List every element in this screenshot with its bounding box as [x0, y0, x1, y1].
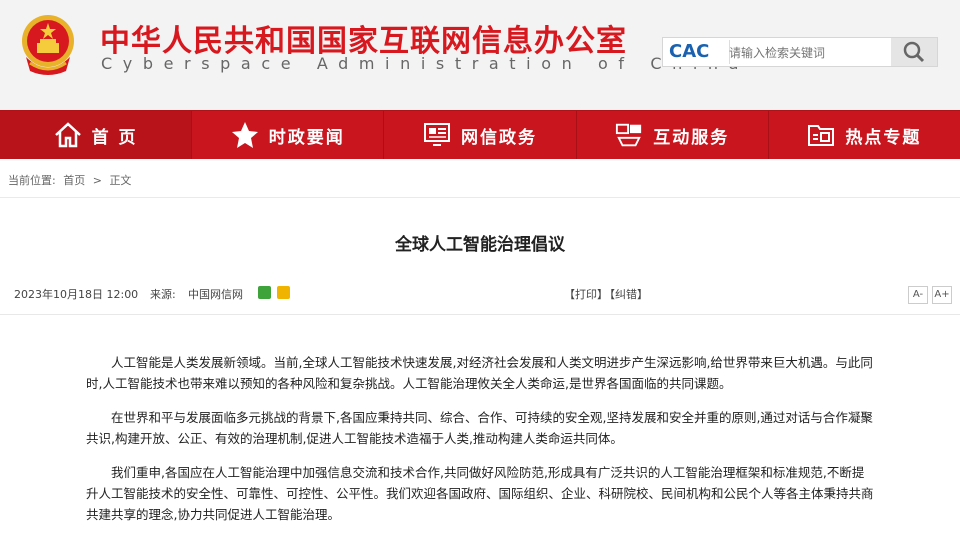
- star-icon: [231, 121, 259, 149]
- print-link[interactable]: 【打印】: [564, 286, 608, 302]
- nav-item-news[interactable]: 时政要闻: [192, 111, 385, 159]
- font-increase-button[interactable]: A+: [932, 286, 952, 304]
- cac-logo: CAC: [669, 40, 730, 64]
- site-header: 中华人民共和国国家互联网信息办公室 Cyberspace Administrat…: [0, 0, 960, 110]
- divider: [0, 197, 960, 198]
- search-button[interactable]: [891, 38, 937, 66]
- breadcrumb: 当前位置: 首页 > 正文: [8, 172, 135, 188]
- nav-label: 互动服务: [653, 127, 730, 148]
- cac-logo-text: CAC: [669, 41, 710, 62]
- nav-item-topics[interactable]: 热点专题: [769, 111, 960, 159]
- article-title: 全球人工智能治理倡议: [395, 235, 565, 255]
- wechat-share-icon[interactable]: [258, 286, 271, 299]
- divider: [0, 314, 960, 315]
- article-body: 人工智能是人类发展新领域。当前,全球人工智能技术快速发展,对经济社会发展和人类文…: [86, 352, 876, 538]
- search-input[interactable]: [727, 39, 891, 67]
- font-decrease-button[interactable]: A-: [908, 286, 928, 304]
- source-label: 来源:: [150, 288, 176, 301]
- breadcrumb-separator: >: [92, 174, 102, 187]
- nav-item-home[interactable]: 首 页: [0, 111, 193, 159]
- nav-label: 首 页: [91, 127, 138, 148]
- national-emblem-icon[interactable]: [20, 13, 76, 79]
- search-icon: [903, 41, 925, 63]
- breadcrumb-home-link[interactable]: 首页: [63, 174, 85, 187]
- breadcrumb-current: 正文: [109, 174, 132, 187]
- monitor-icon: [423, 121, 451, 149]
- interaction-icon: [615, 121, 643, 149]
- correct-link[interactable]: 【纠错】: [604, 286, 648, 302]
- nav-item-government[interactable]: 网信政务: [384, 111, 577, 159]
- nav-label: 热点专题: [845, 127, 922, 148]
- article-paragraph: 我们重申,各国应在人工智能治理中加强信息交流和技术合作,共同做好风险防范,形成具…: [86, 465, 874, 522]
- qzone-share-icon[interactable]: [277, 286, 290, 299]
- article-paragraph: 人工智能是人类发展新领域。当前,全球人工智能技术快速发展,对经济社会发展和人类文…: [86, 355, 873, 391]
- folder-icon: [807, 121, 835, 149]
- breadcrumb-prefix: 当前位置:: [8, 174, 56, 187]
- nav-item-interaction[interactable]: 互动服务: [577, 111, 769, 159]
- main-nav: 首 页 时政要闻 网信政务 互动服务 热点专题: [0, 110, 960, 159]
- article-paragraph: 在世界和平与发展面临多元挑战的背景下,各国应秉持共同、综合、合作、可持续的安全观…: [86, 410, 873, 446]
- site-subtitle: Cyberspace Administration of China: [101, 54, 750, 73]
- nav-label: 网信政务: [461, 127, 537, 148]
- source-name: 中国网信网: [188, 288, 243, 301]
- nav-label: 时政要闻: [268, 127, 345, 148]
- publish-date: 2023年10月18日 12:00: [14, 288, 139, 301]
- home-icon: [54, 121, 82, 149]
- search-box: CAC: [662, 37, 938, 67]
